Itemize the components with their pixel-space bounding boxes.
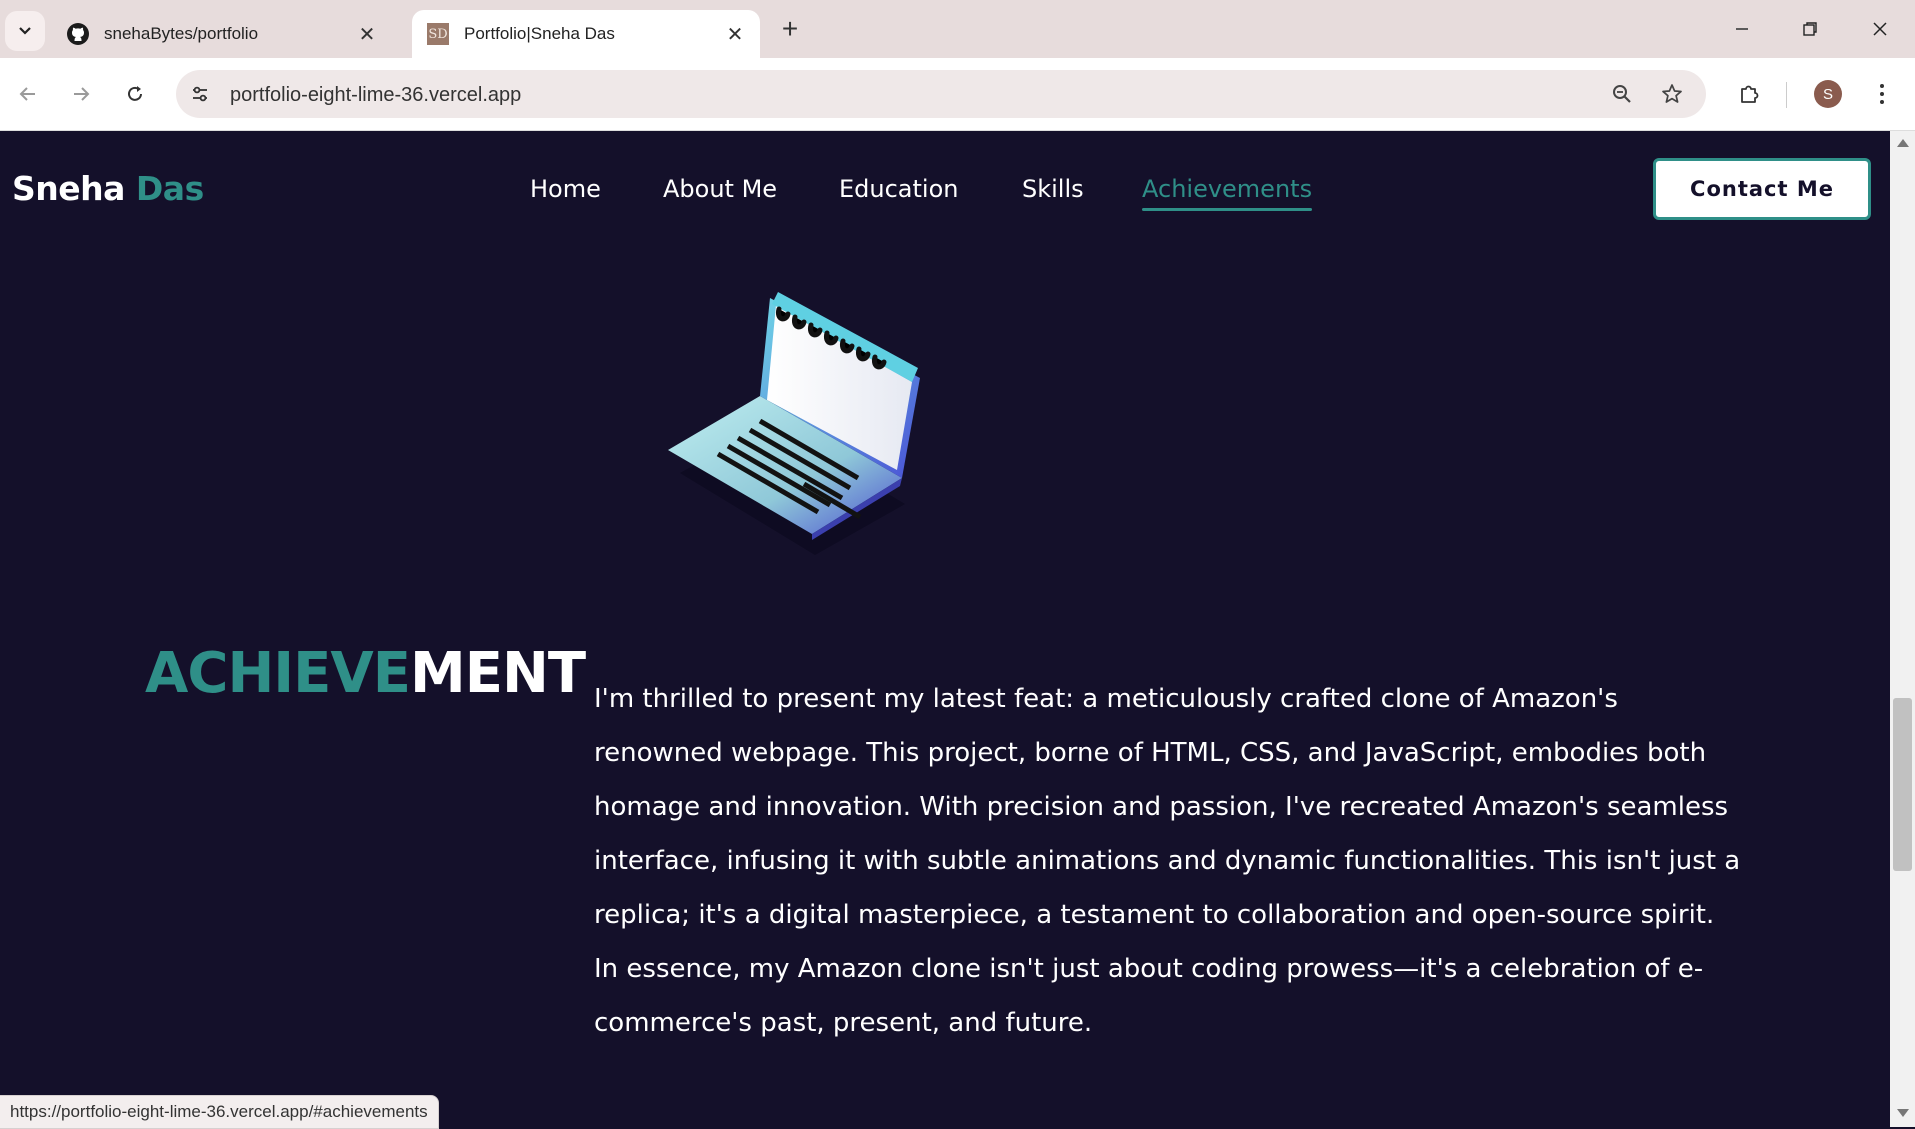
reload-icon bbox=[128, 86, 142, 101]
tab-strip: snehaBytes/portfolio ✕ SD Portfolio|Sneh… bbox=[0, 0, 1915, 58]
browser-toolbar: portfolio-eight-lime-36.vercel.app S bbox=[0, 58, 1915, 131]
extensions-button[interactable] bbox=[1731, 76, 1767, 112]
chevron-down-icon bbox=[19, 27, 31, 35]
github-icon bbox=[66, 22, 90, 46]
restore-button[interactable] bbox=[1788, 12, 1832, 46]
bookmark-star-icon[interactable] bbox=[1658, 80, 1686, 108]
toolbar-divider bbox=[1786, 82, 1787, 108]
puzzle-icon bbox=[1741, 85, 1759, 103]
restore-icon bbox=[1803, 22, 1817, 36]
arrow-right-icon bbox=[74, 87, 90, 101]
heading-accent-part: ACHIEVE bbox=[145, 641, 411, 706]
close-window-button[interactable] bbox=[1858, 12, 1902, 46]
nav-home[interactable]: Home bbox=[530, 175, 601, 203]
tab-search-button[interactable] bbox=[5, 11, 45, 51]
scroll-up-arrow-icon[interactable] bbox=[1897, 139, 1909, 147]
more-vertical-icon bbox=[1880, 84, 1884, 104]
sd-favicon-icon: SD bbox=[426, 22, 450, 46]
scrollbar-thumb[interactable] bbox=[1893, 698, 1912, 871]
page-viewport: Sneha Das Home About Me Education Skills… bbox=[0, 131, 1890, 1127]
laptop-illustration bbox=[668, 292, 920, 555]
profile-avatar[interactable]: S bbox=[1814, 80, 1842, 108]
minimize-button[interactable] bbox=[1720, 12, 1764, 46]
nav-achievements[interactable]: Achievements bbox=[1142, 175, 1313, 211]
tab-portfolio[interactable]: SD Portfolio|Sneha Das ✕ bbox=[412, 10, 760, 58]
section-heading: ACHIEVEMENT bbox=[145, 641, 586, 706]
achievement-description: I'm thrilled to present my latest feat: … bbox=[594, 684, 1741, 1038]
address-bar[interactable]: portfolio-eight-lime-36.vercel.app bbox=[176, 70, 1706, 118]
site-logo[interactable]: Sneha Das bbox=[12, 169, 204, 208]
heading-white-part: MENT bbox=[410, 641, 586, 706]
url-text[interactable]: portfolio-eight-lime-36.vercel.app bbox=[230, 84, 521, 107]
arrow-left-icon bbox=[19, 87, 35, 101]
tab-title: snehaBytes/portfolio bbox=[104, 24, 259, 43]
brand-first-name: Sneha bbox=[12, 169, 125, 208]
close-icon bbox=[1873, 22, 1887, 36]
tab-title: Portfolio|Sneha Das bbox=[464, 24, 615, 43]
browser-menu-button[interactable] bbox=[1864, 76, 1900, 112]
nav-education[interactable]: Education bbox=[839, 175, 958, 203]
reload-button[interactable] bbox=[117, 76, 153, 112]
page-scrollbar[interactable] bbox=[1890, 131, 1915, 1127]
nav-about-me[interactable]: About Me bbox=[663, 175, 777, 203]
close-tab-icon[interactable]: ✕ bbox=[724, 22, 746, 47]
site-info-icon[interactable] bbox=[188, 82, 212, 106]
scroll-down-arrow-icon[interactable] bbox=[1897, 1109, 1909, 1117]
nav-skills[interactable]: Skills bbox=[1022, 175, 1084, 203]
new-tab-button[interactable]: + bbox=[774, 14, 806, 46]
forward-button[interactable] bbox=[63, 76, 99, 112]
favicon-label: SD bbox=[427, 23, 449, 45]
minimize-icon bbox=[1736, 28, 1748, 30]
tab-github[interactable]: snehaBytes/portfolio ✕ bbox=[52, 10, 392, 58]
brand-last-name: Das bbox=[135, 169, 204, 208]
close-tab-icon[interactable]: ✕ bbox=[356, 22, 378, 47]
contact-me-button[interactable]: Contact Me bbox=[1653, 158, 1871, 220]
back-button[interactable] bbox=[10, 76, 46, 112]
link-status-bar: https://portfolio-eight-lime-36.vercel.a… bbox=[0, 1095, 439, 1129]
zoom-icon[interactable] bbox=[1608, 80, 1636, 108]
